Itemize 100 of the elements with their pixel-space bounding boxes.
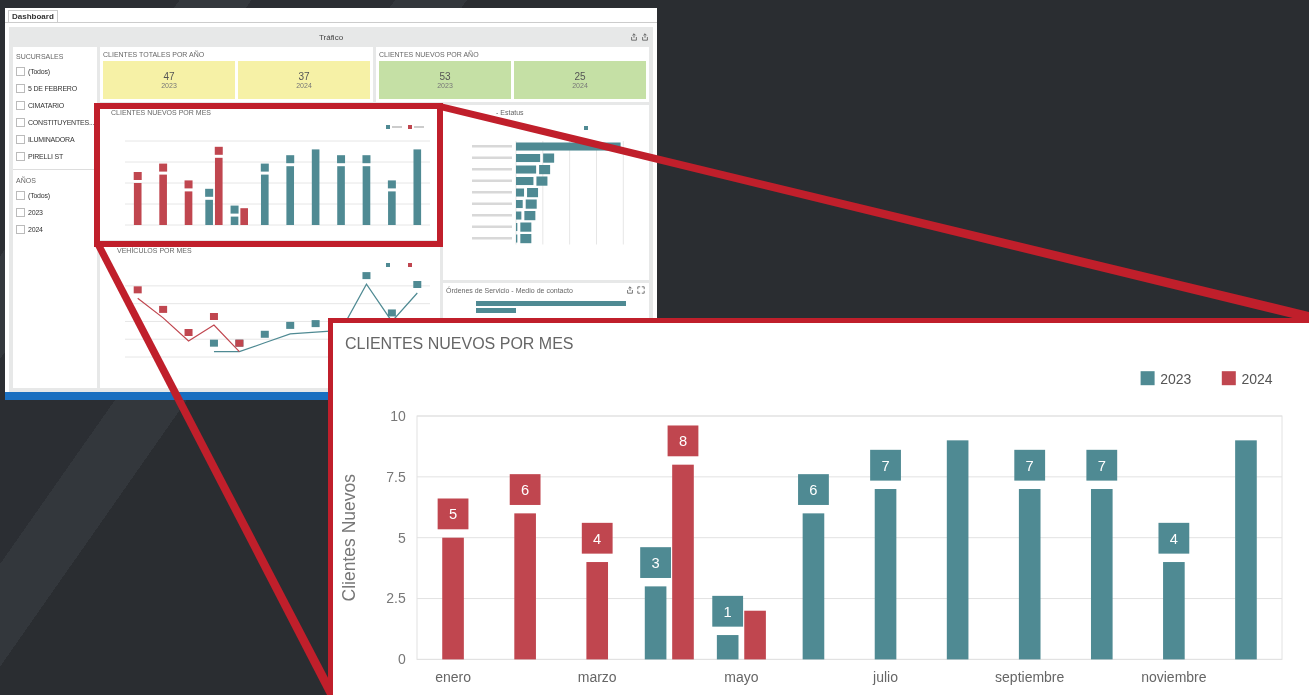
label-box — [520, 234, 532, 244]
value-label: 8 — [667, 425, 699, 457]
data-label: 5 — [448, 506, 458, 523]
data-label: 8 — [678, 433, 688, 450]
value-label: 3 — [640, 547, 671, 578]
label-box — [205, 188, 214, 197]
label-box — [337, 155, 346, 164]
checkbox[interactable] — [16, 135, 25, 144]
legend-label: 2023 — [1160, 370, 1192, 387]
label-box — [159, 305, 168, 313]
bar — [261, 174, 269, 225]
placeholder-line — [392, 126, 402, 128]
bar — [516, 165, 537, 174]
label-box — [413, 281, 422, 288]
bar — [516, 200, 523, 209]
label-box — [133, 286, 142, 294]
legend-swatch — [386, 263, 390, 267]
kpi-value: 47 — [163, 71, 175, 82]
placeholder-line — [472, 145, 512, 148]
kpi-value: 37 — [298, 71, 310, 82]
value-label: 4 — [1158, 522, 1190, 554]
label-box — [214, 146, 223, 155]
dashboard-tab[interactable]: Dashboard — [8, 10, 58, 22]
value-label: 7 — [1086, 449, 1118, 481]
checkbox[interactable] — [16, 101, 25, 110]
bar — [133, 183, 142, 225]
label-box — [209, 313, 218, 320]
label-box — [362, 272, 371, 280]
checkbox[interactable] — [16, 152, 25, 161]
x-tick-label: noviembre — [1141, 668, 1207, 685]
bar — [716, 635, 739, 660]
data-label: 7 — [1025, 457, 1034, 474]
label-box — [230, 205, 239, 214]
label-box — [286, 321, 295, 329]
checkbox[interactable] — [16, 118, 25, 127]
y-tick-label: 10 — [390, 407, 406, 424]
bar — [516, 177, 534, 186]
label-box — [520, 222, 532, 232]
data-label: 6 — [809, 481, 818, 498]
label-box — [209, 339, 218, 347]
value-label: 4 — [581, 522, 613, 554]
dashboard-title: Tráfico — [318, 32, 344, 42]
checkbox[interactable] — [16, 84, 25, 93]
expand-icon[interactable] — [637, 286, 645, 294]
placeholder-line — [472, 168, 512, 171]
data-label: 3 — [651, 554, 660, 571]
label-box — [362, 155, 371, 164]
y-tick-label: 0 — [398, 651, 406, 668]
label-box — [184, 180, 193, 189]
export-icon[interactable] — [630, 33, 638, 41]
label-box — [525, 199, 537, 209]
bar — [476, 308, 516, 313]
label-box — [387, 180, 396, 189]
y-axis-title: Clientes Nuevos — [339, 474, 360, 602]
bar — [286, 166, 294, 225]
x-tick-label: septiembre — [995, 668, 1065, 685]
label-box — [543, 153, 555, 163]
kpi-value: 25 — [574, 71, 586, 82]
placeholder-line — [472, 237, 512, 240]
value-label: 5 — [437, 498, 469, 530]
y-tick-label: 5 — [398, 529, 406, 546]
checkbox[interactable] — [16, 67, 25, 76]
placeholder-line — [472, 225, 512, 228]
label-box — [524, 211, 536, 221]
label-box — [184, 329, 193, 336]
y-tick-label: 2.5 — [386, 590, 406, 607]
label-box — [539, 165, 551, 175]
label-box — [159, 163, 168, 172]
x-tick-label: julio — [873, 668, 898, 685]
checkbox[interactable] — [16, 225, 25, 234]
label-box — [260, 330, 269, 338]
bar — [744, 610, 766, 660]
export-icon[interactable] — [626, 286, 634, 294]
value-label: 6 — [798, 474, 829, 505]
value-label: 6 — [509, 474, 541, 505]
value-label: 7 — [870, 449, 901, 481]
checkbox[interactable] — [16, 191, 25, 200]
bar — [184, 191, 193, 225]
kpi-value: 53 — [439, 71, 451, 82]
data-label: 6 — [521, 481, 530, 498]
data-label: 4 — [593, 530, 602, 547]
label-box — [527, 188, 539, 198]
label-box — [260, 163, 269, 172]
bar — [516, 188, 525, 197]
placeholder-line — [472, 179, 512, 182]
checkbox[interactable] — [16, 208, 25, 217]
label-box — [311, 320, 320, 328]
share-icon[interactable] — [641, 33, 649, 41]
bar — [337, 166, 345, 225]
placeholder-line — [472, 202, 512, 205]
label-box — [536, 176, 548, 186]
legend-swatch — [408, 125, 412, 129]
x-tick-label: enero — [435, 668, 471, 685]
zoom-title: CLIENTES NUEVOS POR MES — [344, 334, 575, 353]
bar — [362, 166, 371, 225]
bar — [388, 191, 396, 225]
bar — [516, 211, 522, 220]
x-tick-label: mayo — [724, 668, 759, 685]
value-label: 1 — [712, 595, 744, 627]
y-tick-label: 7.5 — [386, 468, 406, 485]
